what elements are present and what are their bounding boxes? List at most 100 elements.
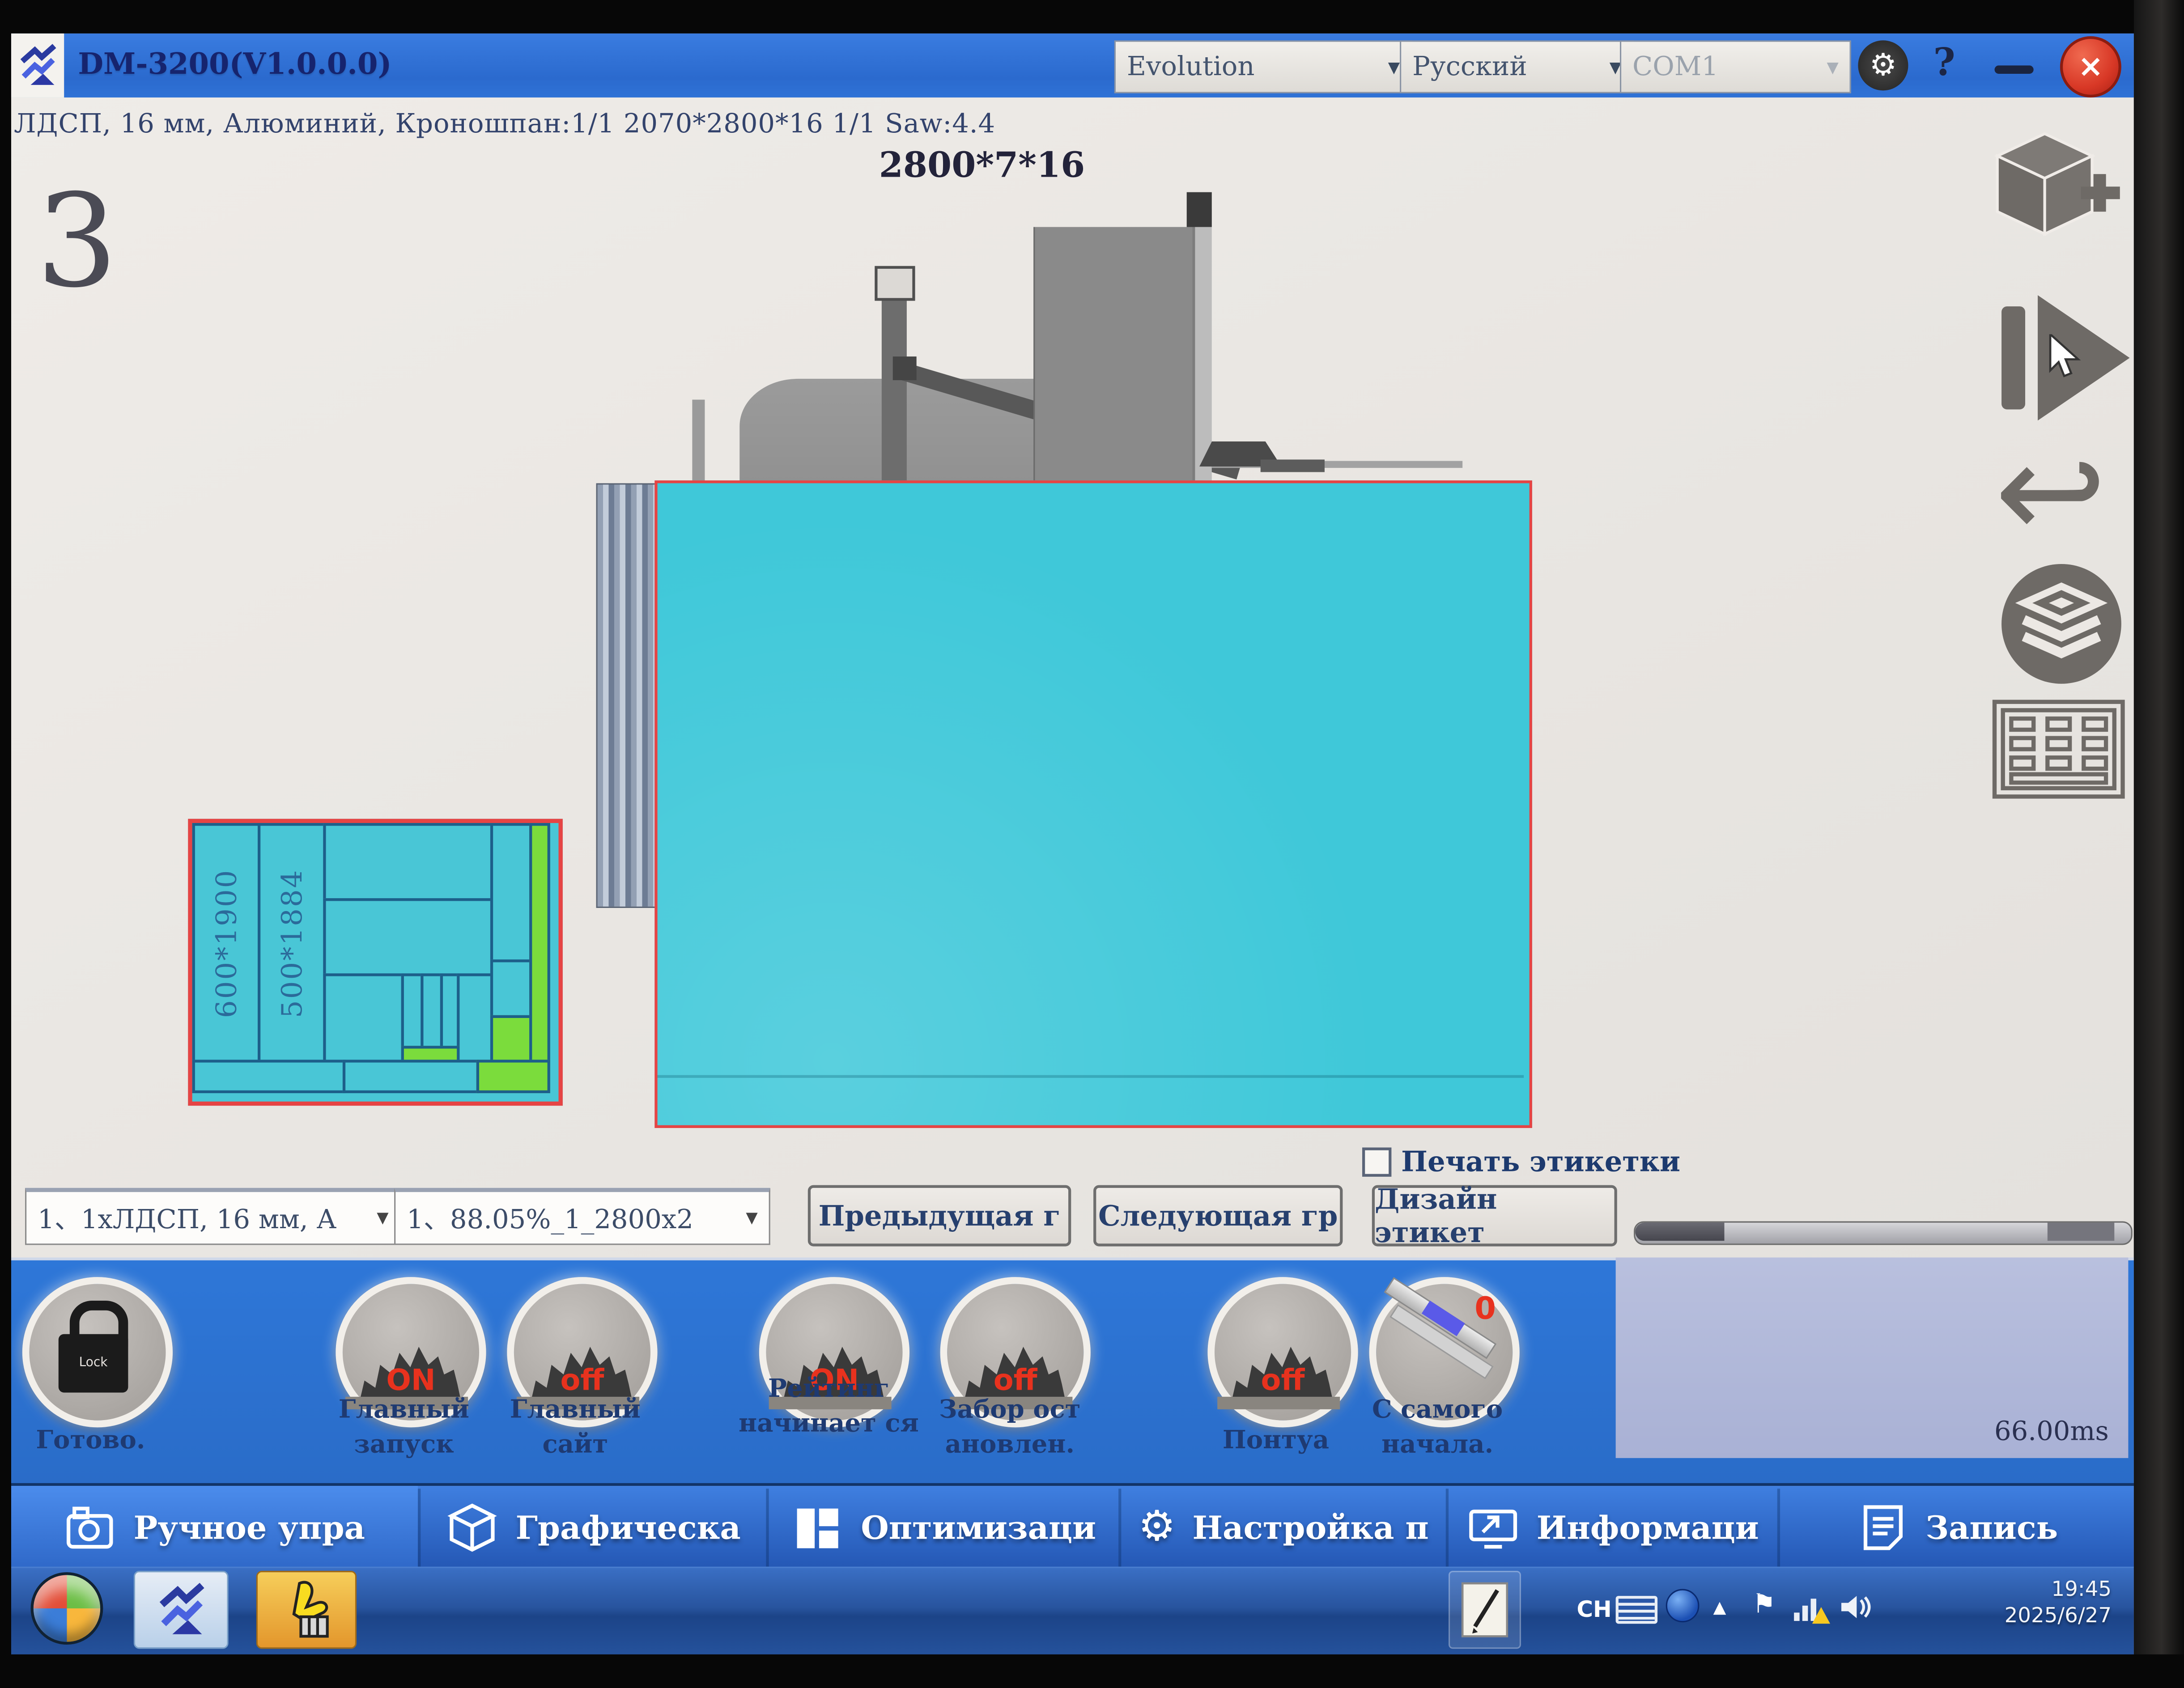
layers-icon[interactable] bbox=[2001, 564, 2121, 684]
machine-column bbox=[1033, 227, 1194, 481]
next-group-button[interactable]: Следующая гр bbox=[1093, 1185, 1343, 1247]
nav-label: Запись bbox=[1925, 1509, 2058, 1546]
cube-icon bbox=[446, 1501, 499, 1554]
preview-part bbox=[401, 973, 424, 1051]
nav-label: Настройка п bbox=[1192, 1509, 1428, 1546]
machine-mast-cap bbox=[1187, 192, 1212, 227]
close-button[interactable]: × bbox=[2060, 36, 2121, 98]
ready-label: Готово. bbox=[0, 1423, 181, 1458]
preview-part bbox=[323, 898, 493, 976]
taskbar-app-dm3200[interactable] bbox=[134, 1571, 229, 1649]
monitor-bezel-bottom bbox=[0, 1654, 2184, 1688]
scrollbar-thumb[interactable] bbox=[1635, 1223, 1724, 1241]
nav-label: Графическа bbox=[516, 1509, 741, 1546]
main-start-label: Главный запуск bbox=[314, 1393, 495, 1463]
monitor-bezel-right bbox=[2134, 0, 2184, 1688]
chevron-down-icon: ▼ bbox=[377, 1209, 388, 1227]
return-back-icon[interactable]: ↩ bbox=[1995, 432, 2107, 551]
profile-select-value: Evolution bbox=[1127, 51, 1255, 82]
lock-body: Lock bbox=[59, 1334, 128, 1393]
chevron-down-icon: ▼ bbox=[1388, 58, 1400, 76]
fence-stop-label: Забор ост ановлен. bbox=[919, 1393, 1100, 1463]
tray-blue-status-icon[interactable] bbox=[1666, 1589, 1700, 1623]
scoring-label: Рейтинг начинает ся bbox=[738, 1372, 919, 1442]
com-port-select[interactable]: COM1 ▼ bbox=[1620, 40, 1851, 93]
nav-graphics[interactable]: Графическа bbox=[421, 1486, 766, 1569]
chevron-down-icon: ▼ bbox=[1827, 58, 1838, 76]
preview-part bbox=[343, 1060, 479, 1093]
taskbar-app-tool-active[interactable] bbox=[256, 1571, 357, 1649]
board-stack bbox=[596, 483, 660, 908]
chevron-down-icon: ▼ bbox=[746, 1209, 757, 1227]
machine-carriage-base bbox=[1261, 459, 1325, 472]
tray-clock[interactable]: 19:45 2025/6/27 bbox=[1936, 1576, 2112, 1629]
monitor-icon bbox=[1467, 1501, 1520, 1554]
lock-text: Lock bbox=[79, 1357, 108, 1370]
design-label-button[interactable]: Дизайн этикет bbox=[1372, 1185, 1617, 1247]
preview-part bbox=[192, 1060, 345, 1093]
cycle-time-value: 66.00ms bbox=[1994, 1416, 2109, 1446]
main-nav-bar: Ручное упра Графическа Оптимизаци ⚙ Наст… bbox=[11, 1483, 2134, 1569]
clock-time: 19:45 bbox=[1936, 1576, 2112, 1603]
minimize-button[interactable] bbox=[1995, 65, 2034, 74]
saw-state: off bbox=[947, 1363, 1084, 1397]
saw-pedestal bbox=[1217, 1397, 1340, 1409]
nav-settings[interactable]: ⚙ Настройка п bbox=[1121, 1486, 1445, 1569]
dm-logo-icon bbox=[17, 42, 58, 89]
document-icon bbox=[1856, 1501, 1909, 1554]
nav-label: Ручное упра bbox=[134, 1509, 365, 1546]
nav-record[interactable]: Запись bbox=[1780, 1486, 2134, 1569]
camera-icon bbox=[64, 1501, 117, 1554]
main-site-label: Главный сайт bbox=[484, 1393, 666, 1463]
tray-speaker-icon[interactable] bbox=[1839, 1593, 1872, 1627]
keyboard-icon[interactable] bbox=[1992, 699, 2125, 805]
scrollbar-segment bbox=[2048, 1223, 2114, 1241]
print-label-checkbox[interactable] bbox=[1362, 1148, 1391, 1177]
app-logo bbox=[11, 34, 64, 98]
dm-logo-icon bbox=[155, 1582, 208, 1638]
nav-information[interactable]: Информаци bbox=[1449, 1486, 1777, 1569]
tray-notepad-button[interactable] bbox=[1449, 1571, 1521, 1649]
clock-date: 2025/6/27 bbox=[1936, 1603, 2112, 1629]
language-select-value: Русский bbox=[1412, 51, 1527, 82]
tray-network-icon[interactable] bbox=[1794, 1596, 1824, 1621]
material-select[interactable]: 1、1хЛДСП, 16 мм, А ▼ bbox=[25, 1188, 401, 1245]
restart-label: С самого начала. bbox=[1347, 1393, 1528, 1463]
horizontal-scrollbar[interactable] bbox=[1634, 1221, 2133, 1245]
counter-zero: 0 bbox=[1474, 1292, 1496, 1327]
monitor-photo: 600*1900 500*1884 ЛДСП, 16 мм, Алюминий,… bbox=[0, 0, 2184, 1688]
preview-part bbox=[323, 823, 493, 901]
start-button[interactable] bbox=[30, 1572, 103, 1645]
layout-select[interactable]: 1、88.05%_1_2800x2 ▼ bbox=[394, 1188, 770, 1245]
language-select[interactable]: Русский ▼ bbox=[1400, 40, 1634, 93]
settings-gear-button[interactable]: ⚙ bbox=[1858, 40, 1908, 90]
preview-part bbox=[490, 959, 532, 1018]
preview-part: 600*1900 bbox=[192, 823, 261, 1063]
preview-part: 500*1884 bbox=[258, 823, 326, 1063]
preview-part bbox=[457, 973, 493, 1062]
machine-post-cap bbox=[875, 266, 915, 301]
tool-glove-icon bbox=[277, 1579, 336, 1641]
notepad-pen-icon bbox=[1461, 1582, 1508, 1638]
close-icon: × bbox=[2078, 50, 2103, 85]
saw-state: off bbox=[1215, 1363, 1351, 1397]
monitor-bezel-top bbox=[0, 0, 2184, 34]
tray-flag-icon[interactable]: ⚑ bbox=[1752, 1589, 1776, 1620]
previous-group-button[interactable]: Предыдущая г bbox=[808, 1185, 1071, 1247]
network-bar bbox=[1802, 1606, 1808, 1621]
pontua-button[interactable]: off bbox=[1207, 1277, 1358, 1427]
profile-select[interactable]: Evolution ▼ bbox=[1114, 40, 1412, 93]
nav-optimization[interactable]: Оптимизаци bbox=[769, 1486, 1118, 1569]
saw-state: ON bbox=[343, 1363, 479, 1397]
new-task-cube-icon[interactable] bbox=[1995, 128, 2123, 273]
mouse-cursor bbox=[2048, 334, 2084, 387]
preview-offcut bbox=[529, 823, 550, 1063]
tray-show-hidden-icon[interactable]: ▲ bbox=[1713, 1597, 1726, 1617]
nav-manual-control[interactable]: Ручное упра bbox=[11, 1486, 418, 1569]
tray-keyboard-icon[interactable] bbox=[1616, 1596, 1657, 1624]
tray-language-indicator[interactable]: CH bbox=[1576, 1596, 1611, 1622]
help-button[interactable]: ? bbox=[1933, 42, 1955, 85]
cutting-layout-preview[interactable]: 600*1900 500*1884 bbox=[188, 819, 563, 1106]
ready-lock-button[interactable]: Lock bbox=[22, 1277, 173, 1427]
sheet-number: 3 bbox=[36, 178, 118, 306]
